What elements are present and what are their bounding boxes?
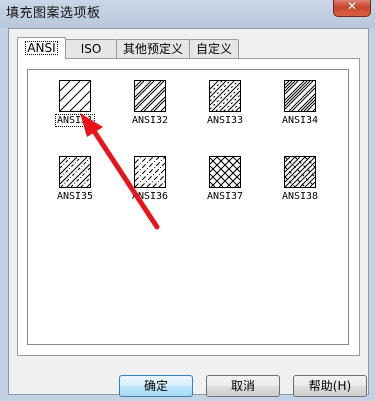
pattern-label: ANSI33 [206, 115, 244, 126]
pattern-item-ansi32[interactable]: ANSI32 [114, 80, 190, 140]
cancel-button[interactable]: 取消 [206, 375, 280, 397]
tab-iso[interactable]: ISO [65, 39, 117, 58]
hatch-swatch-icon [284, 80, 316, 112]
pattern-item-ansi38[interactable]: ANSI38 [264, 156, 340, 216]
pattern-label: ANSI32 [131, 115, 169, 126]
pattern-item-ansi34[interactable]: ANSI34 [264, 80, 340, 140]
title-bar: 填充图案选项板 [0, 0, 375, 22]
hatch-swatch-icon [59, 80, 91, 112]
pattern-label: ANSI35 [56, 191, 94, 202]
pattern-item-ansi36[interactable]: ANSI36 [114, 156, 190, 216]
hatch-swatch-icon [209, 156, 241, 188]
pattern-list[interactable]: ANSI31 ANSI32 ANSI33 ANSI34 ANSI35 ANSI3… [27, 69, 349, 345]
hatch-swatch-icon [134, 156, 166, 188]
hatch-swatch-icon [209, 80, 241, 112]
help-button[interactable]: 帮助(H) [293, 375, 367, 397]
pattern-label: ANSI34 [281, 115, 319, 126]
pattern-label: ANSI31 [54, 114, 96, 127]
pattern-item-ansi31[interactable]: ANSI31 [39, 80, 115, 140]
tab-iso-label: ISO [80, 42, 102, 56]
hatch-swatch-icon [59, 156, 91, 188]
pattern-item-ansi35[interactable]: ANSI35 [39, 156, 115, 216]
close-button[interactable] [333, 0, 371, 17]
dialog-body: ANSI ISO 其他预定义 自定义 ANSI31 ANSI32 ANSI33 … [8, 28, 369, 397]
tab-panel-ansi: ANSI31 ANSI32 ANSI33 ANSI34 ANSI35 ANSI3… [17, 58, 360, 356]
tab-other-predefined-label: 其他预定义 [122, 42, 183, 56]
pattern-label: ANSI38 [281, 191, 319, 202]
tab-other-predefined[interactable]: 其他预定义 [116, 39, 190, 58]
tab-custom-label: 自定义 [195, 42, 232, 56]
pattern-item-ansi37[interactable]: ANSI37 [189, 156, 265, 216]
window-title: 填充图案选项板 [6, 6, 101, 21]
ok-button[interactable]: 确定 [119, 375, 193, 397]
pattern-label: ANSI36 [131, 191, 169, 202]
hatch-swatch-icon [284, 156, 316, 188]
hatch-pattern-palette-dialog: 填充图案选项板 ANSI ISO 其他预定义 自定义 [0, 0, 375, 401]
tab-ansi-label: ANSI [25, 41, 58, 55]
hatch-swatch-icon [134, 80, 166, 112]
tab-custom[interactable]: 自定义 [189, 39, 239, 58]
pattern-label: ANSI37 [206, 191, 244, 202]
pattern-item-ansi33[interactable]: ANSI33 [189, 80, 265, 140]
tab-ansi[interactable]: ANSI [17, 37, 66, 59]
